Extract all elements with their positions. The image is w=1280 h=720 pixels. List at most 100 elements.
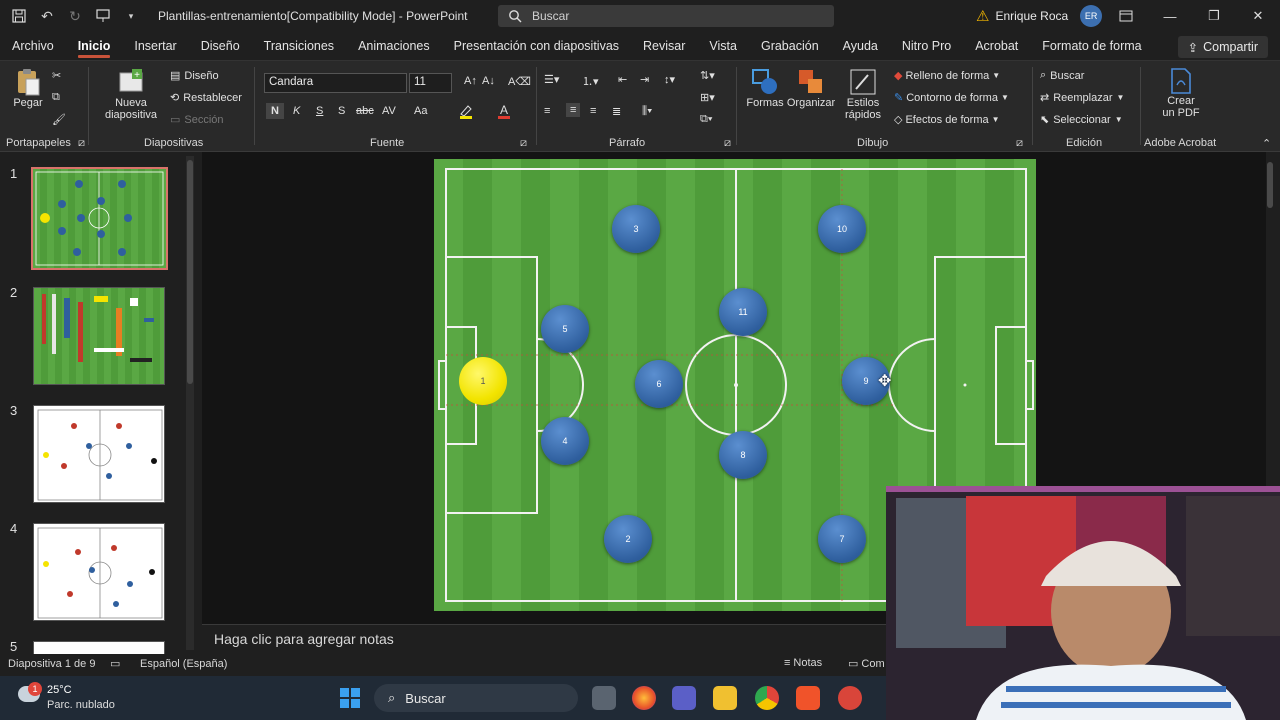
find-button[interactable]: ⌕ Buscar: [1040, 69, 1084, 82]
chrome-icon[interactable]: [755, 686, 779, 710]
numbering-icon[interactable]: ⒈▾: [582, 73, 599, 89]
present-icon[interactable]: [94, 7, 112, 25]
tab-ayuda[interactable]: Ayuda: [831, 32, 890, 60]
bold-button[interactable]: N: [266, 103, 284, 119]
tab-insertar[interactable]: Insertar: [122, 32, 188, 60]
slide-thumbnail-1[interactable]: [31, 167, 168, 270]
ball-1[interactable]: 1: [459, 357, 507, 405]
player-6[interactable]: 6: [635, 360, 683, 408]
player-5[interactable]: 5: [541, 305, 589, 353]
text-direction-icon[interactable]: ⇅▾: [700, 69, 715, 82]
player-7[interactable]: 7: [818, 515, 866, 563]
char-spacing-icon[interactable]: AV: [382, 105, 396, 117]
customize-quick-access-icon[interactable]: ▾: [122, 7, 140, 25]
new-slide-button[interactable]: + Nueva diapositiva: [98, 67, 164, 121]
player-3[interactable]: 3: [612, 205, 660, 253]
avatar[interactable]: ER: [1080, 5, 1103, 27]
italic-button[interactable]: K: [293, 105, 300, 117]
thumbnail-scrollbar[interactable]: [186, 156, 194, 650]
comments-toggle[interactable]: ▭ Com: [848, 657, 885, 671]
align-text-icon[interactable]: ⊞▾: [700, 91, 715, 104]
strikethrough-icon[interactable]: abc: [356, 105, 374, 117]
format-painter-icon[interactable]: 🖌: [52, 113, 66, 126]
columns-icon[interactable]: ⫼▾: [642, 105, 652, 118]
tab-inicio[interactable]: Inicio: [66, 32, 123, 60]
close-icon[interactable]: ✕: [1236, 0, 1280, 32]
clear-format-icon[interactable]: A⌫: [508, 75, 531, 88]
create-pdf-button[interactable]: Crear un PDF: [1156, 67, 1206, 119]
smartart-icon[interactable]: ⧉▾: [700, 113, 712, 126]
copy-icon[interactable]: ⧉: [52, 91, 60, 104]
task-view-icon[interactable]: [592, 686, 616, 710]
brave-icon[interactable]: [796, 686, 820, 710]
quick-styles-button[interactable]: Estilos rápidos: [840, 67, 886, 121]
section-button[interactable]: ▭ Sección: [170, 113, 224, 127]
dialog-launcher-icon[interactable]: ⧄: [520, 137, 527, 150]
dialog-launcher-icon[interactable]: ⧄: [1016, 137, 1023, 150]
arrange-button[interactable]: Organizar: [787, 67, 835, 109]
undo-icon[interactable]: ↶: [38, 7, 56, 25]
warning-icon[interactable]: ⚠: [976, 7, 989, 25]
shape-outline-button[interactable]: ✎ Contorno de forma ▼: [894, 91, 1009, 105]
player-8[interactable]: 8: [719, 431, 767, 479]
paste-button[interactable]: Pegar: [10, 67, 46, 109]
minimize-icon[interactable]: —: [1148, 0, 1192, 32]
slide-thumbnail-5[interactable]: [33, 641, 165, 654]
redo-icon[interactable]: ↻: [66, 7, 84, 25]
dialog-launcher-icon[interactable]: ⧄: [78, 137, 85, 150]
tab-grabacion[interactable]: Grabación: [749, 32, 831, 60]
tab-animaciones[interactable]: Animaciones: [346, 32, 442, 60]
font-name-field[interactable]: Candara: [264, 73, 407, 93]
dialog-launcher-icon[interactable]: ⧄: [724, 137, 731, 150]
tab-diseno[interactable]: Diseño: [189, 32, 252, 60]
slide-thumbnail-3[interactable]: [33, 405, 165, 503]
shrink-font-icon[interactable]: A↓: [482, 75, 495, 87]
shape-fill-button[interactable]: ◆ Relleno de forma ▼: [894, 69, 1000, 83]
tab-presentacion[interactable]: Presentación con diapositivas: [442, 32, 631, 60]
restore-icon[interactable]: ❐: [1192, 0, 1236, 32]
tab-acrobat[interactable]: Acrobat: [963, 32, 1030, 60]
accessibility-icon[interactable]: ▭: [110, 657, 120, 670]
cut-icon[interactable]: ✂: [52, 69, 61, 82]
shadow-button[interactable]: S: [338, 105, 345, 117]
tab-vista[interactable]: Vista: [697, 32, 749, 60]
increase-indent-icon[interactable]: ⇥: [640, 73, 649, 86]
tab-revisar[interactable]: Revisar: [631, 32, 697, 60]
player-4[interactable]: 4: [541, 417, 589, 465]
slide-thumbnail-4[interactable]: [33, 523, 165, 621]
notes-toggle[interactable]: ≡ Notas: [784, 657, 822, 669]
layout-button[interactable]: ▤ Diseño: [170, 69, 219, 83]
teams-icon[interactable]: [672, 686, 696, 710]
justify-icon[interactable]: ≣: [612, 105, 621, 118]
slide-thumbnail-2[interactable]: [33, 287, 165, 385]
tab-formato-forma[interactable]: Formato de forma: [1030, 32, 1153, 60]
bullets-icon[interactable]: ☰▾: [544, 73, 559, 86]
align-right-icon[interactable]: ≡: [590, 105, 596, 117]
language-label[interactable]: Español (España): [140, 658, 227, 670]
tab-nitro[interactable]: Nitro Pro: [890, 32, 963, 60]
replace-button[interactable]: ⇄ Reemplazar ▼: [1040, 91, 1124, 105]
tab-archivo[interactable]: Archivo: [0, 32, 66, 60]
ribbon-display-icon[interactable]: [1104, 0, 1148, 32]
file-explorer-icon[interactable]: [713, 686, 737, 710]
change-case-icon[interactable]: Aa: [414, 105, 427, 117]
start-button[interactable]: [339, 687, 361, 709]
underline-button[interactable]: S: [316, 105, 323, 117]
tab-transiciones[interactable]: Transiciones: [252, 32, 346, 60]
user-area[interactable]: ⚠ Enrique Roca ER: [976, 0, 1103, 32]
shapes-button[interactable]: Formas: [746, 67, 784, 109]
select-button[interactable]: ⬉ Seleccionar ▼: [1040, 113, 1123, 127]
highlight-icon[interactable]: [458, 103, 474, 119]
shape-effects-button[interactable]: ◇ Efectos de forma ▼: [894, 113, 1000, 127]
player-2[interactable]: 2: [604, 515, 652, 563]
taskbar-search[interactable]: ⌕ Buscar: [374, 684, 578, 712]
share-button[interactable]: ⇪ Compartir: [1177, 36, 1268, 58]
firefox-icon[interactable]: [632, 686, 656, 710]
align-left-icon[interactable]: ≡: [544, 105, 550, 117]
reset-button[interactable]: ⟲ Restablecer: [170, 91, 242, 105]
search-box[interactable]: Buscar: [498, 5, 834, 27]
weather-widget[interactable]: 1 25°C Parc. nublado: [16, 682, 136, 714]
save-icon[interactable]: [10, 7, 28, 25]
collapse-ribbon-icon[interactable]: ⌃: [1262, 137, 1271, 150]
app-icon[interactable]: [838, 686, 862, 710]
